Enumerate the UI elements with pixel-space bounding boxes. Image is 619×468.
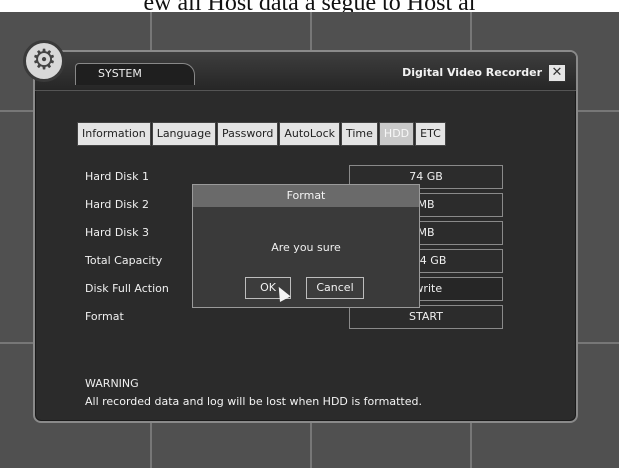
dialog-title: Format (193, 185, 419, 207)
tab-hdd[interactable]: HDD (378, 122, 415, 146)
tab-autolock[interactable]: AutoLock (279, 122, 340, 146)
tab-etc[interactable]: ETC (415, 122, 446, 146)
gear-icon: ⚙ (23, 40, 65, 82)
dialog-message: Are you sure (271, 241, 341, 254)
format-dialog: Format Are you sure OK Cancel (192, 184, 420, 308)
settings-tabs: Information Language Password AutoLock T… (77, 122, 447, 148)
tab-time[interactable]: Time (341, 122, 378, 146)
hard-disk-3-label: Hard Disk 3 (85, 226, 149, 239)
hard-disk-1-label: Hard Disk 1 (85, 170, 149, 183)
warning-title: WARNING (85, 377, 139, 390)
tab-language[interactable]: Language (151, 122, 216, 146)
title-bar: ⚙ SYSTEM Digital Video Recorder ✕ (23, 40, 576, 91)
close-button[interactable]: ✕ (548, 64, 566, 82)
app-title: Digital Video Recorder (402, 66, 542, 79)
warning-text: All recorded data and log will be lost w… (85, 395, 422, 408)
cancel-button[interactable]: Cancel (306, 277, 364, 299)
hard-disk-2-label: Hard Disk 2 (85, 198, 149, 211)
dvr-screen: ⚙ SYSTEM Digital Video Recorder ✕ Inform… (0, 12, 619, 468)
tab-information[interactable]: Information (77, 122, 151, 146)
format-label: Format (85, 310, 124, 323)
format-start-button[interactable]: START (349, 305, 503, 329)
disk-full-action-label: Disk Full Action (85, 282, 169, 295)
tab-password[interactable]: Password (216, 122, 279, 146)
total-capacity-label: Total Capacity (85, 254, 163, 267)
system-tab-title: SYSTEM (75, 63, 195, 85)
